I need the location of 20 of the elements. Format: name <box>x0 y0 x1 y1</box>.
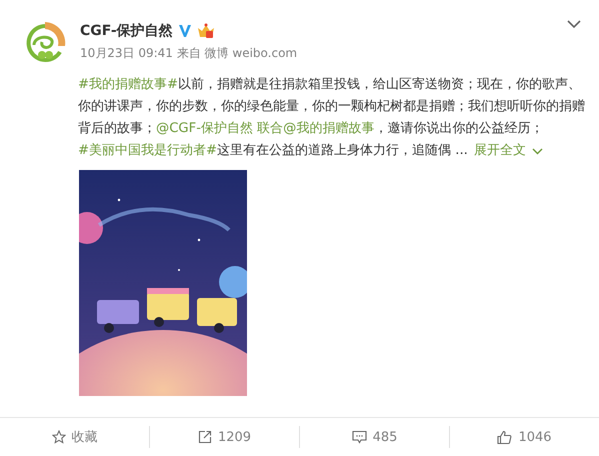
chevron-down-icon[interactable] <box>567 20 581 29</box>
action-button[interactable]: 收藏 <box>0 426 149 448</box>
expand-link[interactable]: 展开全文 <box>474 140 543 162</box>
user-name[interactable]: CGF-保护自然 <box>80 22 173 40</box>
action-button[interactable]: 1046 <box>449 426 599 448</box>
star-icon <box>52 430 66 444</box>
hashtag-link[interactable]: #我的捐赠故事# <box>78 77 178 92</box>
chevron-down-icon <box>532 148 543 154</box>
crown-badge-icon[interactable] <box>196 23 215 39</box>
hashtag-link[interactable]: @CGF-保护自然 联合@我的捐赠故事 <box>156 121 374 136</box>
thumbs-up-icon <box>497 430 512 444</box>
action-button[interactable]: 1209 <box>149 426 299 448</box>
comment-icon <box>352 430 367 444</box>
post-meta: 10月23日 09:41 来自 微博 weibo.com <box>80 45 298 62</box>
post-text: #美丽中国我是行动者#这里有在公益的道路上身体力行，追随偶 ... 展开全文 <box>78 140 585 162</box>
verified-v-icon <box>178 24 192 38</box>
action-button[interactable]: 485 <box>299 426 449 448</box>
share-icon <box>198 430 212 444</box>
hashtag-link[interactable]: #美丽中国我是行动者# <box>78 143 218 158</box>
post-text: #我的捐赠故事#以前，捐赠就是往捐款箱里投钱，给山区寄送物资；现在，你的歌声、你的讲课声，你的步数，你的绿色能量，你的一颗枸杞树都是捐赠；我们想听听你的捐赠背后的故事；@CGF-保护自然 联合@我的捐赠故事，邀请你说出你的公益经历； <box>78 76 585 138</box>
